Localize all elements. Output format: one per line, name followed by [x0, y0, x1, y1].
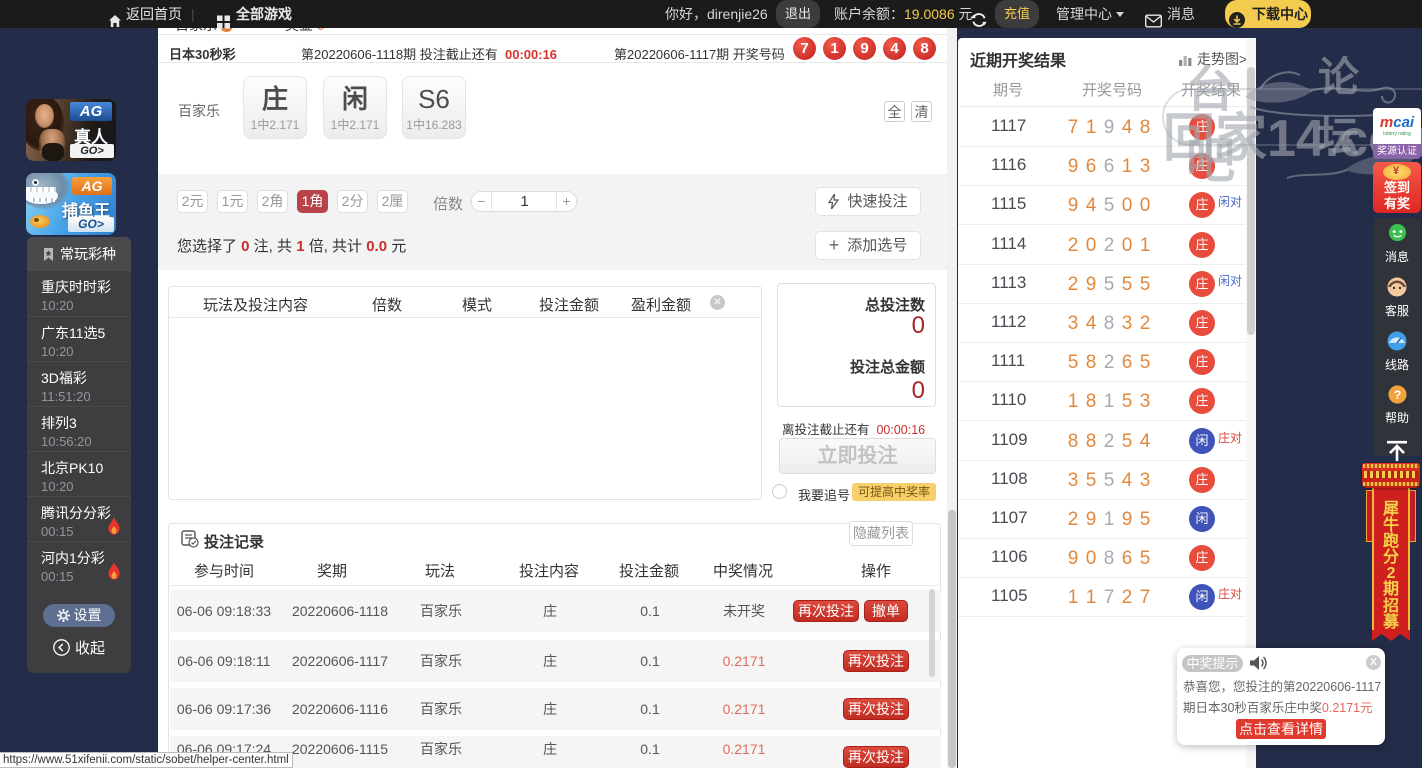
svg-text:?: ? [1393, 388, 1401, 402]
